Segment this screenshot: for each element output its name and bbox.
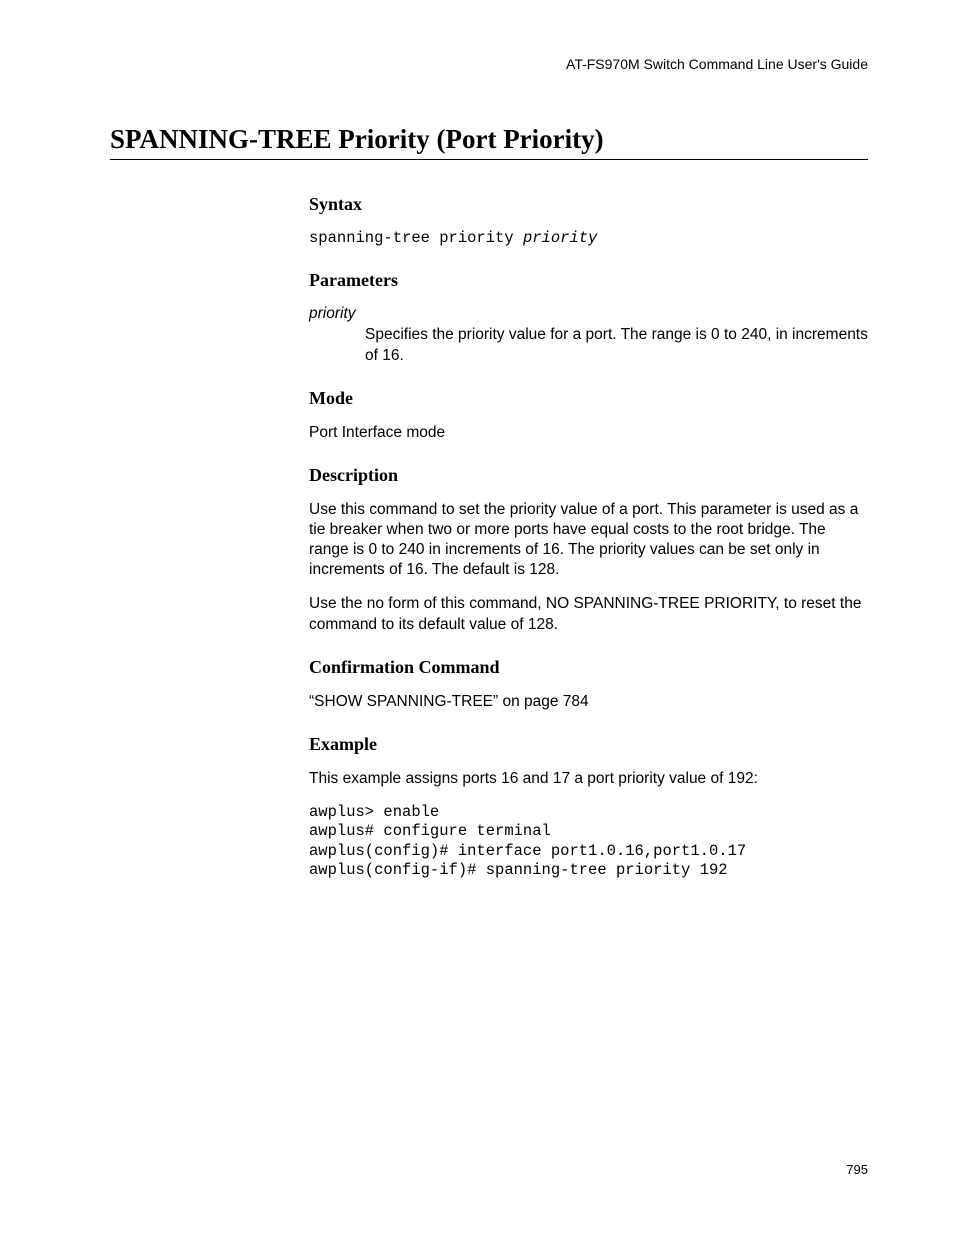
description-p2: Use the no form of this command, NO SPAN… xyxy=(309,594,868,634)
running-header: AT-FS970M Switch Command Line User's Gui… xyxy=(110,56,868,72)
param-term: priority xyxy=(309,305,868,323)
confirmation-text: “SHOW SPANNING-TREE” on page 784 xyxy=(309,692,868,712)
content-body: Syntax spanning-tree priority priority P… xyxy=(309,194,868,880)
param-desc: Specifies the priority value for a port.… xyxy=(365,325,868,365)
example-intro: This example assigns ports 16 and 17 a p… xyxy=(309,769,868,789)
syntax-cmd-prefix: spanning-tree priority xyxy=(309,229,523,247)
mode-text: Port Interface mode xyxy=(309,423,868,443)
page: AT-FS970M Switch Command Line User's Gui… xyxy=(0,0,954,1235)
parameters-heading: Parameters xyxy=(309,270,868,291)
description-p1: Use this command to set the priority val… xyxy=(309,500,868,581)
syntax-command: spanning-tree priority priority xyxy=(309,229,868,248)
example-heading: Example xyxy=(309,734,868,755)
syntax-heading: Syntax xyxy=(309,194,868,215)
page-title: SPANNING-TREE Priority (Port Priority) xyxy=(110,124,868,160)
example-code: awplus> enable awplus# configure termina… xyxy=(309,803,868,881)
mode-heading: Mode xyxy=(309,388,868,409)
page-number: 795 xyxy=(846,1162,868,1177)
description-heading: Description xyxy=(309,465,868,486)
syntax-cmd-arg: priority xyxy=(523,229,597,247)
confirmation-heading: Confirmation Command xyxy=(309,657,868,678)
